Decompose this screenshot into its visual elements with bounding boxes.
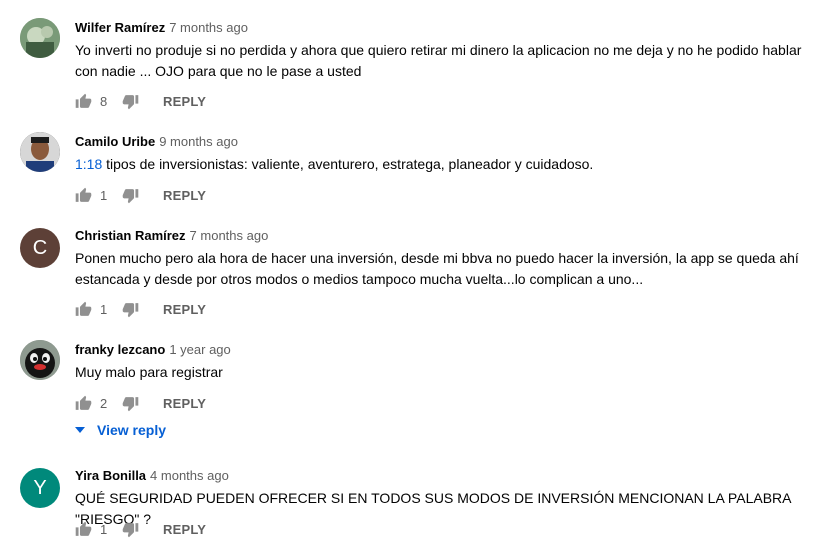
comment-actions: 1 REPLY [75,185,206,205]
comment-text-body: tipos de inversionistas: valiente, avent… [102,156,594,172]
reply-button[interactable]: REPLY [163,396,206,411]
comment-text: Muy malo para registrar [75,364,223,380]
comment-text: Ponen mucho pero ala hora de hacer una i… [75,250,799,287]
comment-time[interactable]: 7 months ago [169,20,248,35]
comment-header: Yira Bonilla 4 months ago [75,468,229,483]
thumbs-down-icon[interactable] [122,187,139,204]
avatar-photo [20,132,60,172]
comment-time[interactable]: 4 months ago [150,468,229,483]
comment-actions: 1 REPLY [75,519,206,539]
avatar[interactable]: Y [20,468,60,508]
thumbs-down-icon[interactable] [122,93,139,110]
thumbs-up-icon[interactable] [75,187,92,204]
caret-down-icon [75,427,85,433]
video-timestamp-link[interactable]: 1:18 [75,156,102,172]
comment-time[interactable]: 1 year ago [169,342,230,357]
like-count: 1 [100,187,108,203]
reply-button[interactable]: REPLY [163,94,206,109]
avatar[interactable] [20,18,60,58]
comment-header: Christian Ramírez 7 months ago [75,228,268,243]
reply-button[interactable]: REPLY [163,188,206,203]
comment-actions: 1 REPLY [75,299,206,319]
avatar-photo [20,18,60,58]
author-name[interactable]: Yira Bonilla [75,468,146,483]
view-reply-label: View reply [97,422,167,438]
thumbs-up-icon[interactable] [75,395,92,412]
thumbs-up-icon[interactable] [75,93,92,110]
avatar-letter: Y [33,476,47,499]
comment-text: Yo inverti no produje si no perdida y ah… [75,42,802,79]
thumbs-down-icon[interactable] [122,301,139,318]
comment-header: Camilo Uribe 9 months ago [75,134,238,149]
comment-actions: 2 REPLY [75,393,206,413]
view-reply-button[interactable]: View reply [75,422,166,438]
comment-time[interactable]: 7 months ago [190,228,269,243]
author-name[interactable]: Wilfer Ramírez [75,20,165,35]
avatar-photo [20,340,60,380]
avatar[interactable] [20,340,60,380]
avatar-letter: C [32,236,48,259]
thumbs-down-icon[interactable] [122,395,139,412]
reply-button[interactable]: REPLY [163,522,206,537]
author-name[interactable]: Camilo Uribe [75,134,155,149]
like-count: 2 [100,395,108,411]
thumbs-up-icon[interactable] [75,301,92,318]
reply-button[interactable]: REPLY [163,302,206,317]
author-name[interactable]: franky lezcano [75,342,165,357]
thumbs-up-icon[interactable] [75,521,92,538]
thumbs-down-icon[interactable] [122,521,139,538]
comment-time[interactable]: 9 months ago [159,134,238,149]
comment-header: franky lezcano 1 year ago [75,342,231,357]
comment-text: 1:18 tipos de inversionistas: valiente, … [75,154,815,175]
like-count: 8 [100,93,108,109]
avatar[interactable] [20,132,60,172]
avatar[interactable]: C [20,228,60,268]
like-count: 1 [100,301,108,317]
comment-actions: 8 REPLY [75,91,206,111]
comment-header: Wilfer Ramírez 7 months ago [75,20,248,35]
like-count: 1 [100,521,108,537]
author-name[interactable]: Christian Ramírez [75,228,186,243]
